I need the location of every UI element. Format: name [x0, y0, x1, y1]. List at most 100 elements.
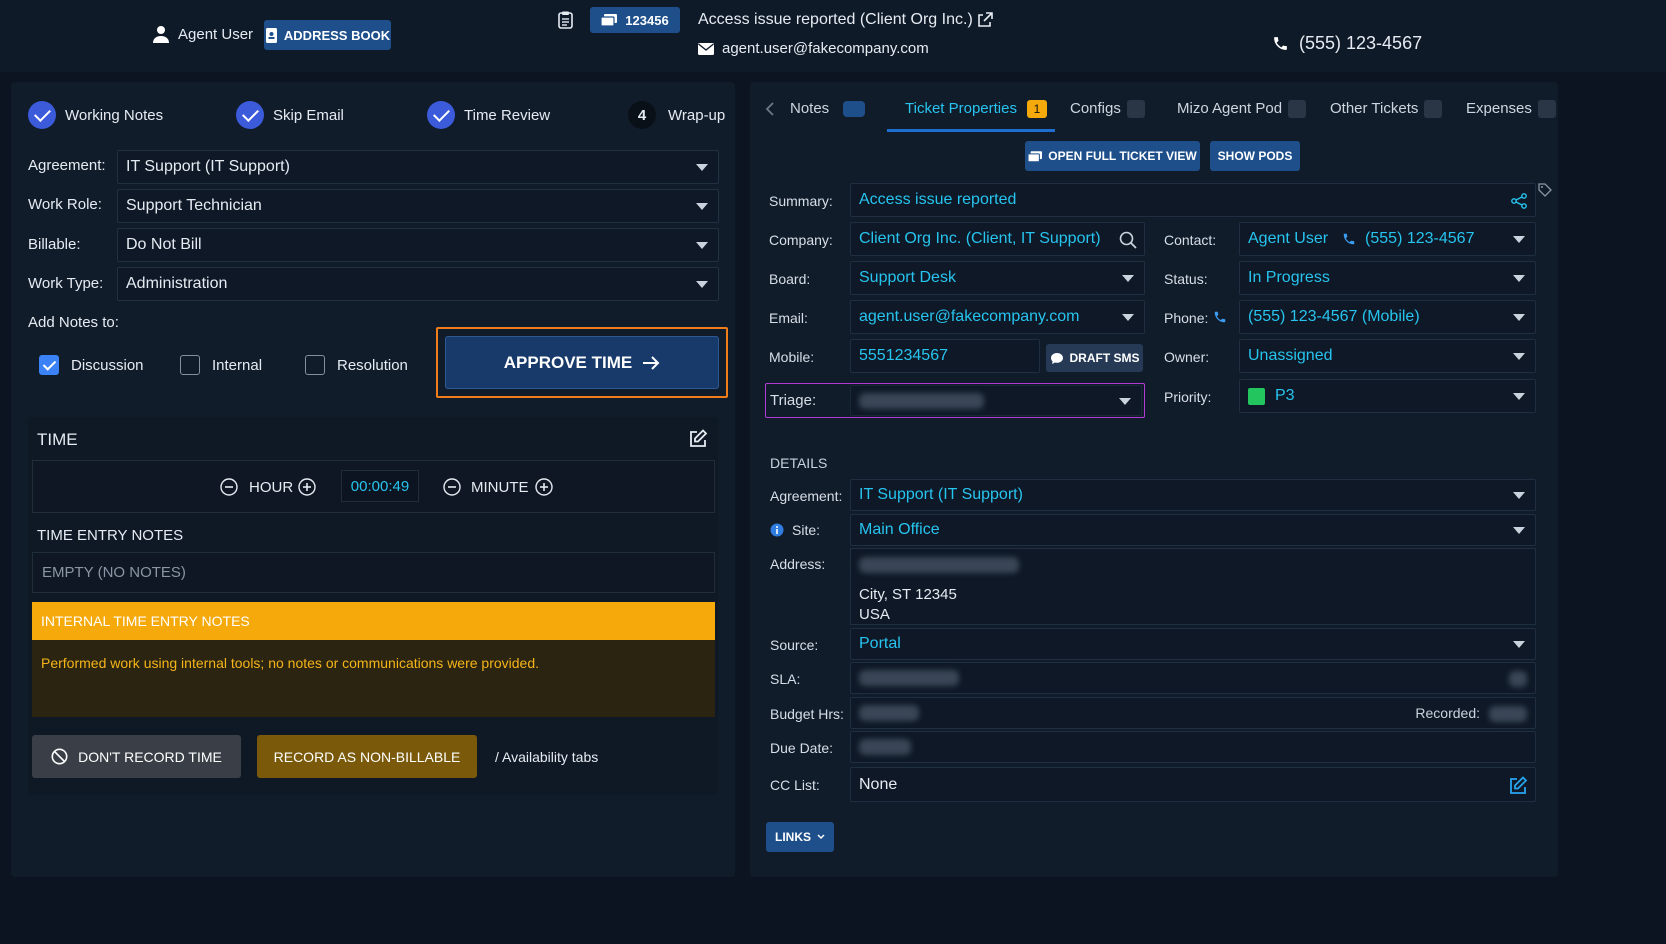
source-select[interactable]: Portal	[850, 628, 1536, 660]
resolution-checkbox[interactable]: Resolution	[305, 355, 408, 375]
chevron-down-icon	[1513, 314, 1525, 321]
search-icon[interactable]	[1119, 231, 1137, 249]
phone-select[interactable]: (555) 123-4567 (Mobile)	[1239, 300, 1536, 334]
chevron-left-icon[interactable]	[765, 102, 775, 116]
info-icon[interactable]	[770, 523, 784, 537]
board-select[interactable]: Support Desk	[850, 261, 1145, 295]
approve-time-button[interactable]: APPROVE TIME	[445, 336, 719, 389]
mobile-field[interactable]: 5551234567	[850, 339, 1040, 373]
tab-badge	[1537, 100, 1556, 119]
open-full-ticket-button[interactable]: OPEN FULL TICKET VIEW	[1025, 141, 1200, 171]
chevron-down-icon	[1513, 393, 1525, 400]
links-label: LINKS	[775, 830, 811, 844]
step-working-notes[interactable]: Working Notes	[28, 101, 163, 129]
links-button[interactable]: LINKS	[766, 822, 834, 852]
phone-icon	[1343, 233, 1355, 245]
company-label: Company:	[769, 232, 833, 248]
internal-notes-field[interactable]: Performed work using internal tools; no …	[32, 640, 715, 717]
work-type-select[interactable]: Administration	[117, 267, 719, 301]
dont-record-time-button[interactable]: DON'T RECORD TIME	[32, 735, 241, 778]
budget-hrs-label: Budget Hrs:	[770, 706, 844, 722]
tag-icon[interactable]	[1538, 183, 1552, 197]
draft-sms-button[interactable]: DRAFT SMS	[1046, 344, 1143, 372]
company-field[interactable]: Client Org Inc. (Client, IT Support)	[850, 222, 1145, 256]
minute-label: MINUTE	[471, 479, 529, 496]
sla-label: SLA:	[770, 671, 801, 687]
edit-icon[interactable]	[1509, 776, 1528, 795]
tab-configs[interactable]: Configs	[1070, 100, 1145, 119]
status-select[interactable]: In Progress	[1239, 261, 1536, 295]
budget-hrs-field[interactable]: Recorded:	[850, 697, 1536, 729]
internal-checkbox[interactable]: Internal	[180, 355, 262, 375]
contact-select[interactable]: Agent User (555) 123-4567	[1239, 222, 1536, 256]
external-link-icon[interactable]	[977, 12, 993, 28]
share-icon[interactable]	[1511, 193, 1527, 209]
owner-select[interactable]: Unassigned	[1239, 339, 1536, 373]
due-date-field[interactable]	[850, 731, 1536, 763]
triage-select[interactable]	[850, 385, 1142, 416]
active-tab-indicator	[887, 129, 1055, 132]
address-book-button[interactable]: ADDRESS BOOK	[264, 20, 391, 50]
step-label: Working Notes	[65, 106, 164, 124]
tab-agent-pod[interactable]: Mizo Agent Pod	[1177, 100, 1307, 119]
step-skip-email[interactable]: Skip Email	[236, 101, 344, 129]
cc-list-value: None	[859, 775, 898, 793]
redacted-value	[859, 705, 919, 721]
internal-label: Internal	[212, 356, 263, 374]
user-name: Agent User	[178, 25, 254, 43]
address-field[interactable]: City, ST 12345 USA	[850, 548, 1536, 625]
summary-field[interactable]: Access issue reported	[850, 183, 1536, 217]
edit-icon[interactable]	[689, 429, 708, 448]
site-select[interactable]: Main Office	[850, 514, 1536, 546]
internal-notes-header: INTERNAL TIME ENTRY NOTES	[32, 602, 715, 640]
tab-ticket-properties[interactable]: Ticket Properties 1	[905, 100, 1047, 119]
hour-plus-icon[interactable]	[298, 478, 316, 496]
redacted-value	[1509, 671, 1527, 687]
details-agreement-select[interactable]: IT Support (IT Support)	[850, 479, 1536, 511]
tab-other-tickets[interactable]: Other Tickets	[1330, 100, 1443, 119]
contact-phone: (555) 123-4567	[1365, 230, 1475, 247]
ticket-number-button[interactable]: 123456	[590, 7, 680, 33]
discussion-checkbox[interactable]: Discussion	[39, 355, 144, 375]
tab-badge	[1288, 100, 1307, 119]
tab-expenses[interactable]: Expenses	[1466, 100, 1556, 119]
time-entry-notes-title: TIME ENTRY NOTES	[37, 527, 184, 544]
minute-minus-icon[interactable]	[443, 478, 461, 496]
hour-label: HOUR	[249, 479, 294, 496]
work-role-select[interactable]: Support Technician	[117, 189, 719, 223]
ticket-number: 123456	[625, 12, 669, 28]
billable-select[interactable]: Do Not Bill	[117, 228, 719, 262]
tab-pod-label: Mizo Agent Pod	[1177, 100, 1283, 117]
record-non-billable-button[interactable]: RECORD AS NON-BILLABLE	[257, 735, 477, 778]
agreement-select[interactable]: IT Support (IT Support)	[117, 150, 719, 184]
hour-minus-icon[interactable]	[220, 478, 238, 496]
step-time-review[interactable]: Time Review	[427, 101, 550, 129]
approve-time-label: APPROVE TIME	[503, 352, 633, 372]
time-value[interactable]: 00:00:49	[341, 470, 419, 502]
status-label: Status:	[1164, 271, 1208, 287]
checkbox-checked-icon	[39, 355, 59, 375]
dont-record-label: DON'T RECORD TIME	[78, 748, 222, 765]
cc-list-field[interactable]: None	[850, 767, 1536, 802]
tab-notes[interactable]: Notes	[790, 100, 866, 118]
time-entry-notes-field[interactable]: EMPTY (NO NOTES)	[32, 552, 715, 593]
chevron-down-icon	[1122, 314, 1134, 321]
check-circle-icon	[28, 101, 56, 129]
step-label: Wrap-up	[668, 106, 726, 124]
show-pods-label: SHOW PODS	[1217, 149, 1293, 163]
minute-plus-icon[interactable]	[535, 478, 553, 496]
priority-select[interactable]: P3	[1239, 379, 1536, 413]
step-wrap-up[interactable]: 4 Wrap-up	[628, 101, 725, 129]
chat-icon	[1050, 352, 1063, 364]
tab-badge	[1126, 100, 1145, 119]
ticket-icon	[601, 14, 618, 26]
email-select[interactable]: agent.user@fakecompany.com	[850, 300, 1145, 334]
show-pods-button[interactable]: SHOW PODS	[1210, 141, 1300, 171]
contact-label: Contact:	[1164, 232, 1217, 248]
address-line-3: USA	[859, 606, 890, 623]
time-title: TIME	[37, 430, 78, 449]
agreement-label: Agreement:	[28, 157, 106, 174]
header-phone[interactable]: (555) 123-4567	[1272, 33, 1422, 54]
cc-list-label: CC List:	[770, 777, 820, 793]
clipboard-icon[interactable]	[558, 11, 573, 29]
